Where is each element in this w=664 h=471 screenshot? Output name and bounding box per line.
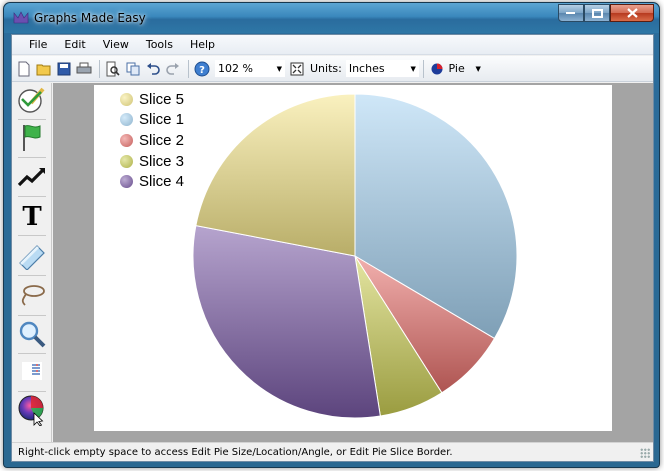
undo-icon [147, 62, 160, 75]
copy-icon [126, 62, 140, 75]
save-button[interactable] [55, 60, 73, 78]
svg-text:?: ? [199, 65, 205, 76]
print-preview-button[interactable] [104, 60, 122, 78]
text-icon: T [22, 202, 42, 230]
select-tool[interactable] [16, 84, 48, 116]
title-bar[interactable]: Graphs Made Easy [4, 3, 659, 33]
legend-label: Slice 5 [139, 90, 185, 108]
app-window: Graphs Made Easy File Edit View Tools He… [3, 2, 660, 468]
units-value: Inches [348, 62, 385, 75]
close-icon [626, 8, 638, 18]
menu-bar: File Edit View Tools Help [12, 35, 653, 55]
legend-item[interactable]: Slice 2 [120, 130, 184, 151]
legend-label: Slice 4 [139, 173, 185, 191]
menu-view[interactable]: View [94, 38, 137, 51]
svg-text:T: T [22, 202, 42, 230]
chevron-down-icon: ▼ [475, 64, 481, 73]
legend-item[interactable]: Slice 3 [120, 151, 184, 172]
chart-legend[interactable]: Slice 5 Slice 1 Slice 2 Slice 3 Slice 4 [120, 89, 184, 192]
eraser-icon [19, 245, 45, 270]
fit-to-page-icon [290, 62, 304, 75]
trend-line-icon [17, 168, 45, 187]
legend-swatch [120, 133, 133, 147]
window-title: Graphs Made Easy [34, 11, 146, 25]
print-icon [76, 62, 92, 73]
help-button[interactable]: ? [193, 60, 211, 78]
toolbar-separator [99, 59, 100, 78]
legend-swatch [120, 92, 133, 106]
legend-swatch [120, 154, 133, 168]
toolbar-separator [422, 59, 424, 78]
fit-page-button[interactable] [288, 60, 306, 78]
legend-swatch [120, 175, 133, 189]
legend-swatch [120, 113, 133, 127]
chevron-down-icon: ▼ [410, 64, 416, 73]
lasso-icon [21, 285, 45, 306]
undo-button[interactable] [144, 60, 162, 78]
copy-button[interactable] [124, 60, 142, 78]
chart-type-select[interactable]: Pie ▼ [428, 60, 484, 77]
close-button[interactable] [610, 4, 654, 22]
table-tool[interactable] [16, 355, 48, 387]
table-icon [22, 362, 42, 380]
text-tool[interactable]: T [16, 199, 48, 231]
redo-icon [166, 62, 179, 75]
legend-label: Slice 1 [139, 111, 185, 129]
menu-tools[interactable]: Tools [137, 38, 181, 51]
maximize-button[interactable] [584, 4, 610, 22]
minimize-icon [566, 12, 575, 14]
units-label: Units: [310, 62, 342, 75]
legend-item[interactable]: Slice 5 [120, 89, 184, 110]
resize-grip-icon[interactable] [640, 448, 650, 458]
save-icon [57, 62, 71, 75]
app-logo-icon [13, 11, 29, 24]
redo-button[interactable] [164, 60, 182, 78]
pie-chart-tool-icon [18, 395, 44, 426]
flag-tool[interactable] [16, 122, 48, 154]
legend-label: Slice 3 [139, 152, 185, 170]
flag-icon [23, 125, 41, 151]
minimize-button[interactable] [558, 4, 584, 22]
menu-help[interactable]: Help [181, 38, 223, 51]
print-preview-icon [106, 61, 120, 76]
magnifier-icon [19, 321, 46, 348]
maximize-icon [591, 8, 603, 18]
chevron-down-icon: ▼ [276, 64, 282, 73]
legend-label: Slice 2 [139, 131, 185, 149]
status-bar: Right-click empty space to access Edit P… [12, 442, 653, 461]
print-button[interactable] [75, 60, 93, 78]
chart-page[interactable]: Slice 5 Slice 1 Slice 2 Slice 3 Slice 4 [94, 85, 612, 431]
new-file-icon [18, 61, 30, 76]
lasso-tool[interactable] [16, 279, 48, 311]
zoom-select[interactable]: 102 % ▼ [215, 60, 285, 77]
units-select[interactable]: Inches ▼ [345, 60, 419, 77]
canvas-area[interactable]: Slice 5 Slice 1 Slice 2 Slice 3 Slice 4 [53, 83, 653, 443]
tool-palette: T [12, 83, 52, 443]
client-area: File Edit View Tools Help ? 102 % ▼ Unit… [11, 34, 654, 462]
open-button[interactable] [35, 60, 53, 78]
toolbar: ? 102 % ▼ Units: Inches ▼ Pie ▼ [12, 56, 653, 82]
chart-type-value: Pie [448, 62, 465, 75]
pie-chart-tool[interactable] [16, 394, 48, 426]
trend-line-tool[interactable] [16, 161, 48, 193]
eraser-tool[interactable] [16, 239, 48, 271]
zoom-value: 102 % [218, 62, 253, 75]
legend-item[interactable]: Slice 4 [120, 171, 184, 192]
pencil-check-icon [18, 87, 45, 113]
legend-item[interactable]: Slice 1 [120, 110, 184, 131]
status-text: Right-click empty space to access Edit P… [18, 446, 453, 458]
menu-file[interactable]: File [20, 38, 55, 51]
zoom-tool[interactable] [16, 318, 48, 350]
help-icon: ? [194, 61, 210, 76]
new-button[interactable] [15, 60, 33, 78]
toolbar-separator [188, 59, 189, 78]
open-folder-icon [36, 64, 51, 75]
menu-edit[interactable]: Edit [55, 38, 93, 51]
pie-chart-icon [431, 63, 443, 74]
